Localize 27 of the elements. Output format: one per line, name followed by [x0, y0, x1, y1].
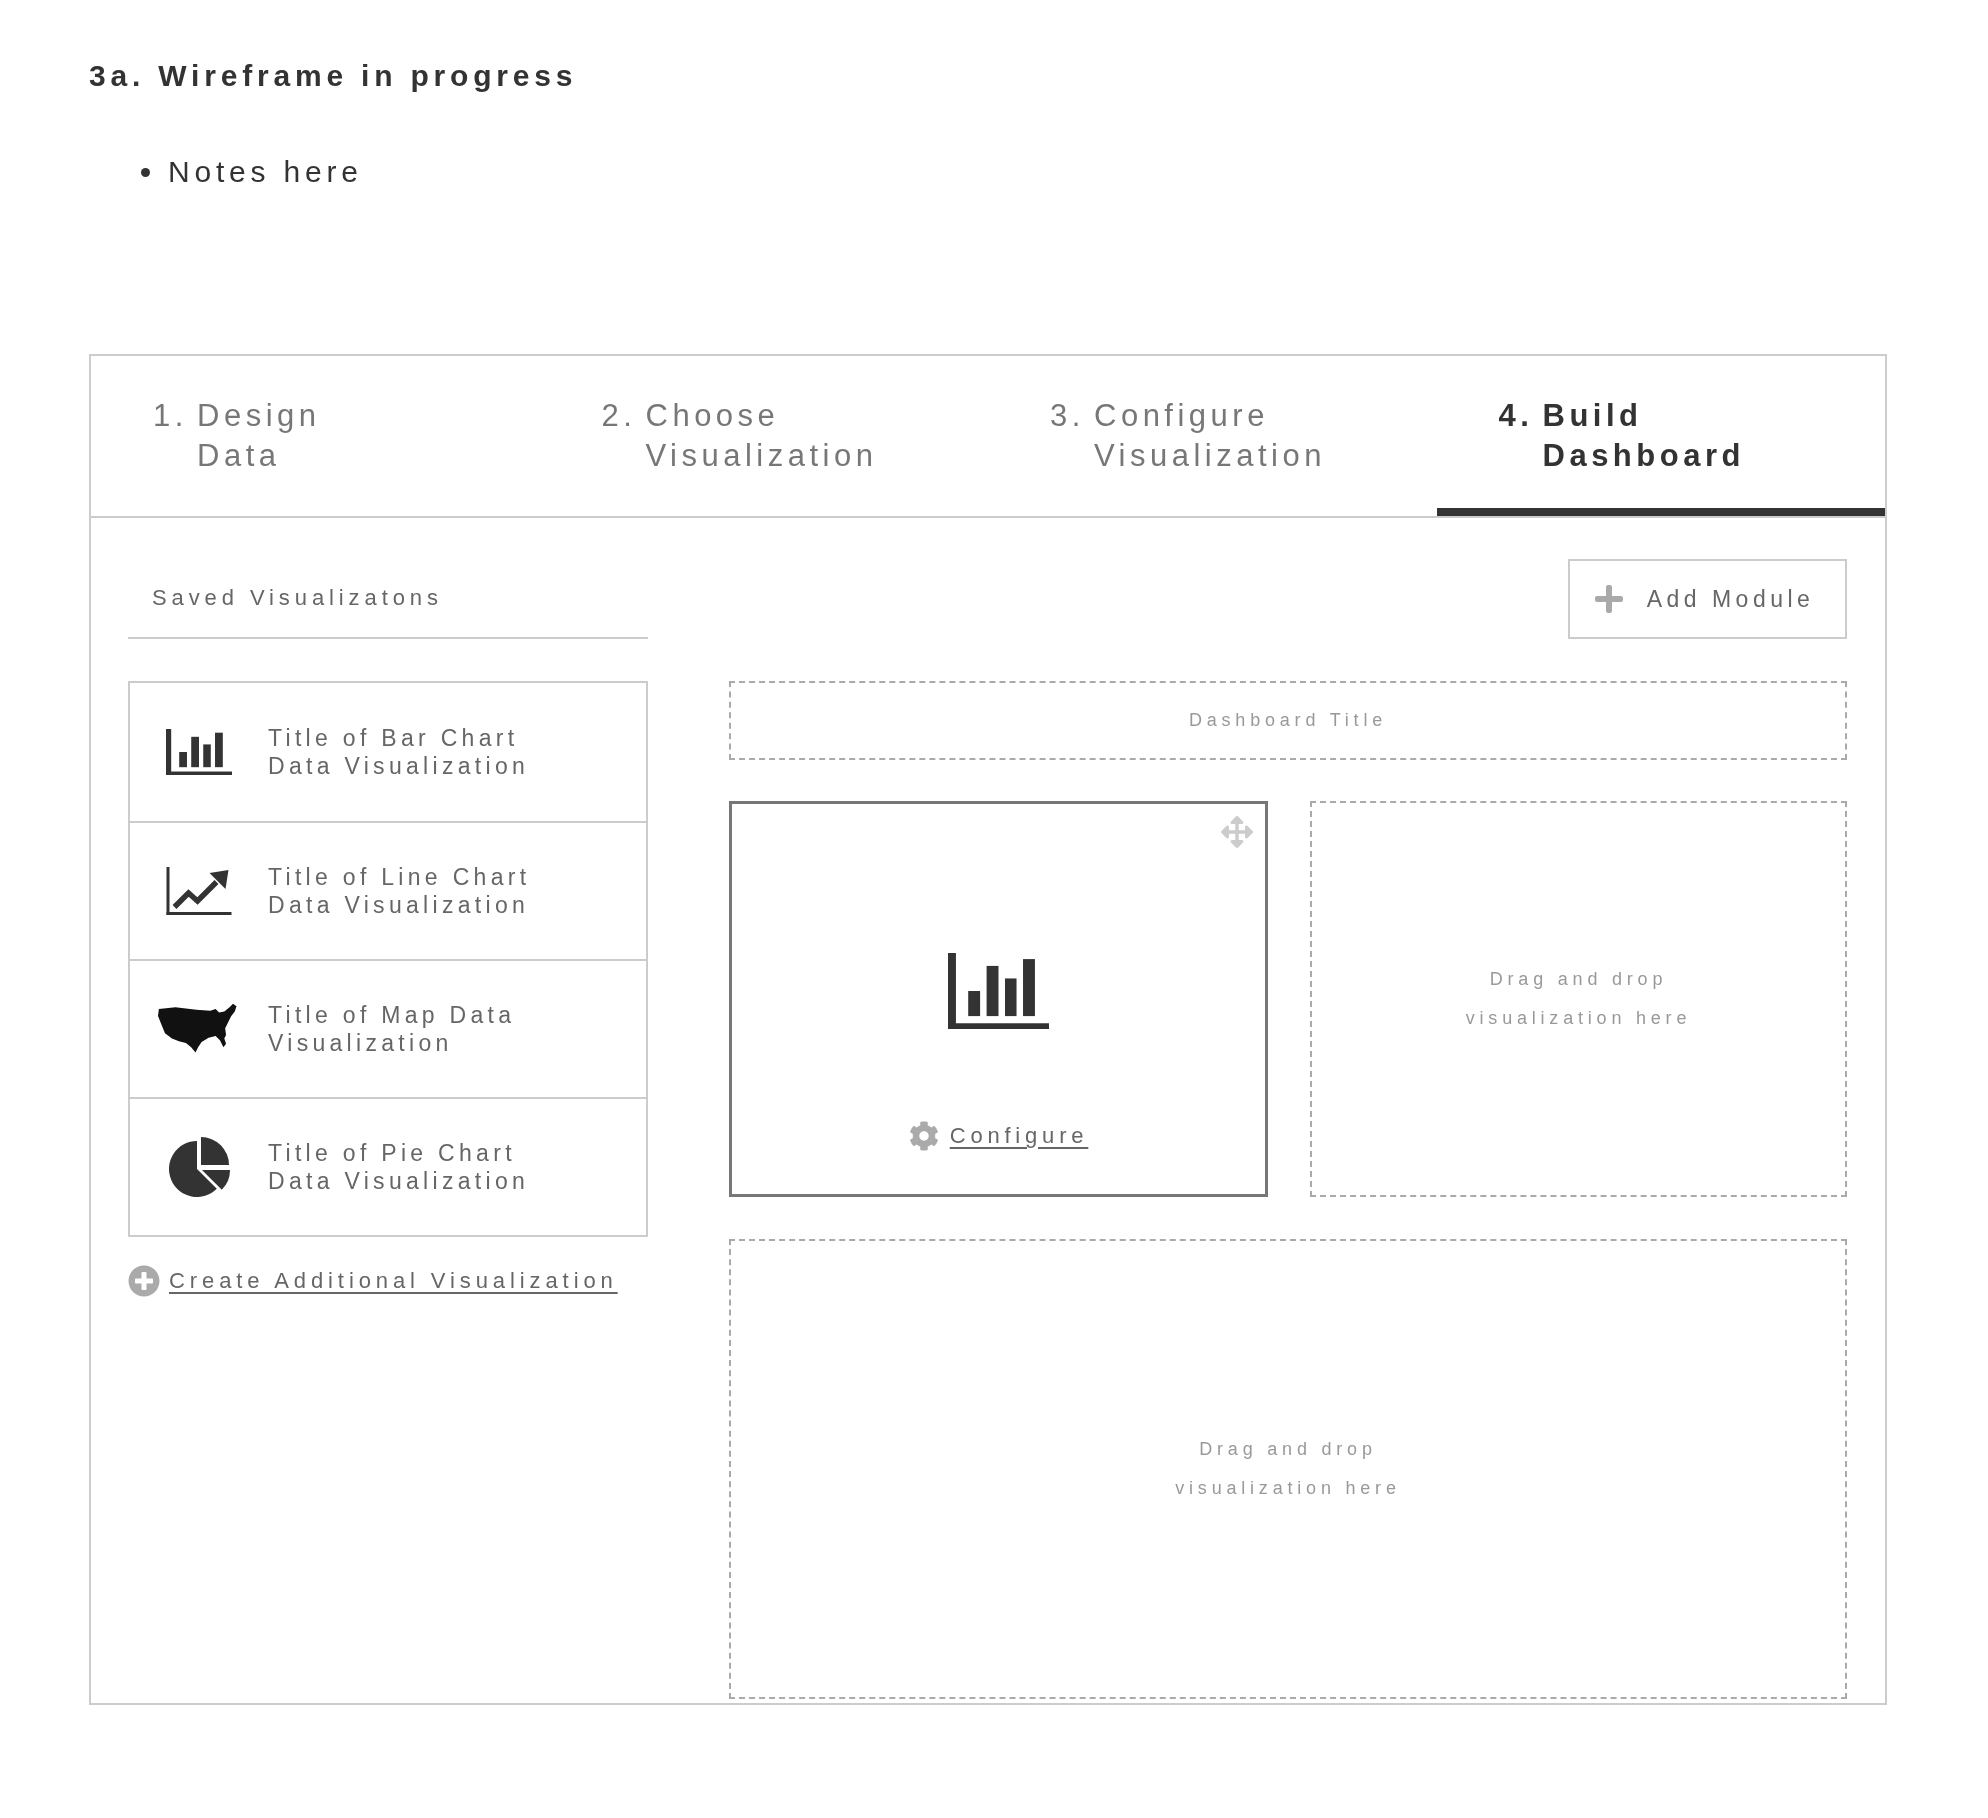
configure-link[interactable]: Configure — [908, 1121, 1089, 1151]
section-heading: Saved Visualizatons — [128, 559, 648, 639]
step-tab[interactable]: 2. Choose Visualization — [539, 356, 988, 516]
step-tab[interactable]: 1. Design Data — [91, 356, 540, 516]
note-text: Notes here — [168, 154, 363, 190]
step-tab[interactable]: 4. Build Dashboard — [1436, 356, 1885, 516]
add-module-button[interactable]: Add Module — [1568, 559, 1847, 639]
visualization-item[interactable]: Title of Line Chart Data Visualization — [130, 821, 646, 959]
step-tab[interactable]: 3. Configure Visualization — [988, 356, 1437, 516]
move-icon[interactable] — [1221, 816, 1253, 848]
visualization-item[interactable]: Title of Bar Chart Data Visualization — [130, 683, 646, 821]
drop-zone[interactable]: Drag and drop visualization here — [1310, 801, 1847, 1197]
page-heading: 3a. Wireframe in progress — [89, 58, 578, 94]
drop-zone-text: Drag and drop visualization here — [1464, 968, 1693, 1030]
drop-zone-text: Drag and drop visualization here — [1174, 1438, 1402, 1500]
pie-chart-icon — [167, 1135, 231, 1199]
settings-icon — [908, 1121, 939, 1151]
plus-icon — [1592, 583, 1625, 615]
chart-module[interactable]: Configure — [729, 801, 1268, 1197]
bar-chart-icon — [948, 953, 1049, 1029]
bar-chart-icon — [166, 729, 232, 775]
line-chart-icon — [166, 867, 232, 915]
dashboard-title-field[interactable]: Dashboard Title — [729, 681, 1847, 760]
bullet-icon — [141, 167, 150, 177]
visualization-item[interactable]: Title of Pie Chart Data Visualization — [130, 1097, 646, 1235]
visualization-item[interactable]: Title of Map Data Visualization — [130, 959, 646, 1097]
create-visualization-link[interactable]: Create Additional Visualization — [128, 1265, 618, 1297]
